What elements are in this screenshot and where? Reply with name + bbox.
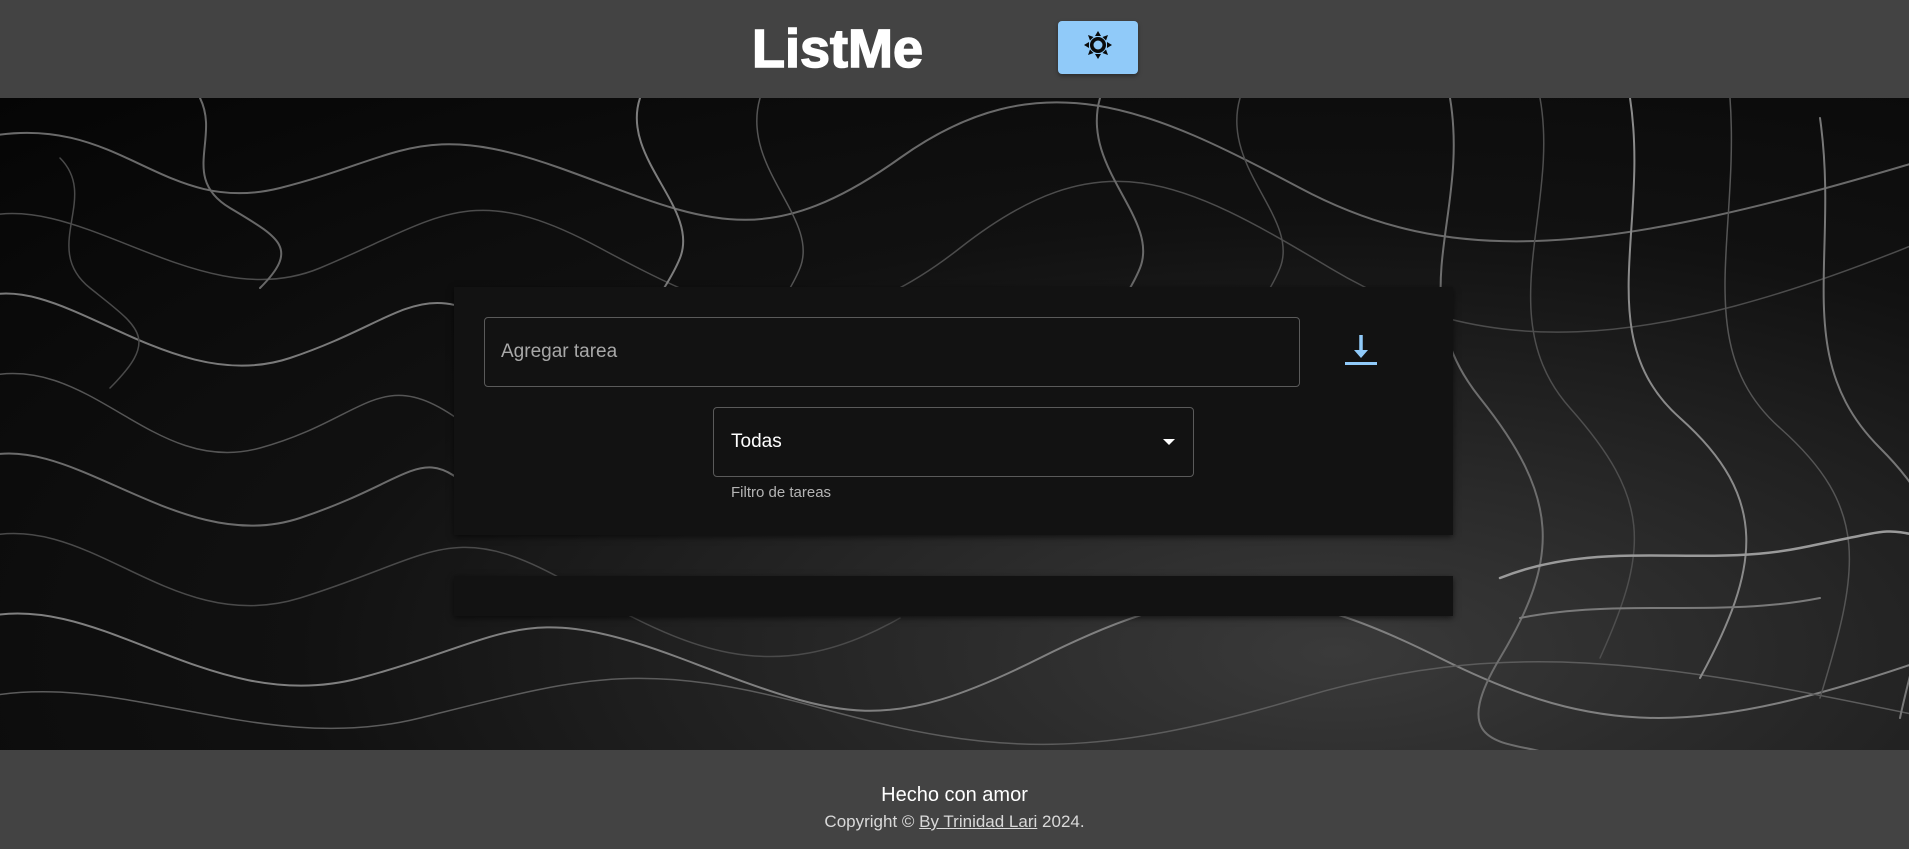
author-link[interactable]: By Trinidad Lari — [919, 812, 1037, 831]
save-task-button[interactable] — [1326, 317, 1396, 387]
copyright-prefix: Copyright © — [824, 812, 915, 831]
app-footer: Hecho con amor Copyright © By Trinidad L… — [0, 750, 1909, 849]
task-input[interactable] — [485, 318, 1299, 386]
task-form-panel: Todas Filtro de tareas — [454, 287, 1453, 535]
footer-copyright: Copyright © By Trinidad Lari 2024. — [0, 812, 1909, 832]
app-logo: ListMe — [751, 18, 924, 80]
task-input-field[interactable] — [484, 317, 1300, 387]
app-header: ListMe — [0, 0, 1909, 98]
caret-down-icon — [1163, 439, 1175, 445]
theme-toggle-button[interactable] — [1058, 21, 1138, 74]
task-list-panel — [454, 576, 1453, 616]
footer-title: Hecho con amor — [881, 784, 1028, 806]
filter-selected-value: Todas — [731, 431, 782, 452]
sun-icon — [1083, 30, 1113, 65]
download-icon — [1343, 332, 1379, 373]
copyright-year: 2024. — [1042, 812, 1085, 831]
filter-helper-text: Filtro de tareas — [731, 484, 832, 501]
task-filter-select[interactable]: Todas — [713, 407, 1194, 477]
